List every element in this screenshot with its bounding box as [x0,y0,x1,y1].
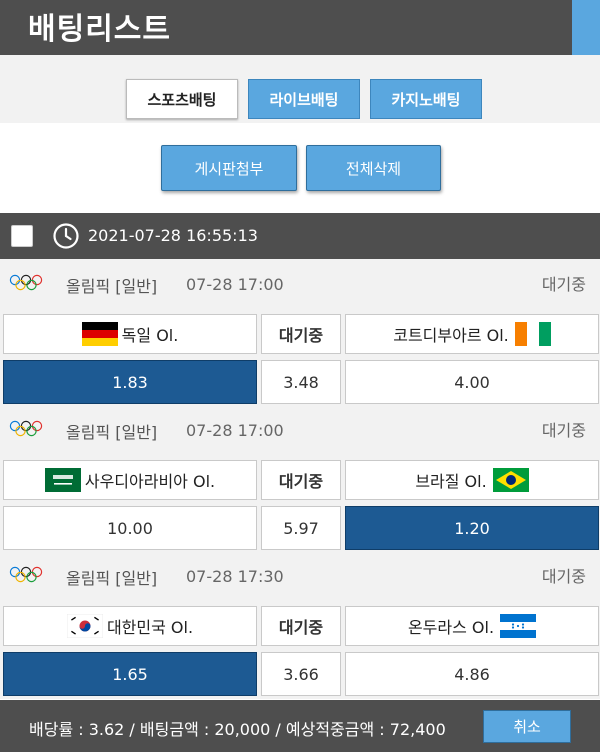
brazil-flag-icon [492,468,529,492]
match-status: 대기중 [541,421,586,440]
bet-summary-footer: 배당률 : 3.62 / 배팅금액 : 20,000 / 예상적중금액 : 72… [0,700,600,752]
draw-odds-button[interactable]: 5.97 [261,506,341,550]
attach-to-board-button[interactable]: 게시판첨부 [161,145,297,191]
bet-type-tabs: 스포츠배팅 라이브배팅 카지노배팅 [0,55,600,123]
south-korea-flag-icon [66,614,103,638]
tab-live-betting[interactable]: 라이브배팅 [248,79,360,119]
match-card: 올림픽 [일반] 07-28 17:00 대기중 사우디아라비아 Ol. 대기중… [0,405,600,553]
match-header: 올림픽 [일반] 07-28 17:00 대기중 [0,259,600,307]
draw-label: 대기중 [261,460,341,500]
bet-date-bar: 2021-07-28 16:55:13 [0,213,600,259]
ivory-coast-flag-icon [514,322,551,346]
header-accent[interactable] [572,0,600,55]
page-title: 배팅리스트 [28,12,171,47]
away-odds-button[interactable]: 1.20 [345,506,599,550]
home-team: 대한민국 Ol. [3,606,257,646]
match-header: 올림픽 [일반] 07-28 17:00 대기중 [0,405,600,453]
match-time: 07-28 17:00 [186,275,284,294]
select-bet-checkbox[interactable] [11,225,33,247]
match-card: 올림픽 [일반] 07-28 17:00 대기중 독일 Ol. 대기중 코트디부… [0,259,600,407]
cancel-button[interactable]: 취소 [483,710,571,743]
home-team: 독일 Ol. [3,314,257,354]
match-status: 대기중 [541,275,586,294]
match-time: 07-28 17:30 [186,567,284,586]
draw-label: 대기중 [261,314,341,354]
olympic-rings-icon [9,274,43,291]
match-card: 올림픽 [일반] 07-28 17:30 대기중 대한민국 Ol. 대기중 온두… [0,551,600,699]
away-team-name: 온두라스 Ol. [407,618,495,637]
home-odds-button[interactable]: 1.65 [3,652,257,696]
olympic-rings-icon [9,420,43,437]
draw-label: 대기중 [261,606,341,646]
bet-datetime: 2021-07-28 16:55:13 [88,226,258,245]
draw-odds-button[interactable]: 3.66 [261,652,341,696]
away-team-name: 브라질 Ol. [415,472,487,491]
league-name: 올림픽 [일반] [66,569,158,588]
away-team: 온두라스 Ol. [345,606,599,646]
page-header: 배팅리스트 [0,0,600,55]
home-odds-button[interactable]: 1.83 [3,360,257,404]
action-bar: 게시판첨부 전체삭제 [0,123,600,213]
away-team-name: 코트디부아르 Ol. [393,326,509,345]
tab-casino-betting[interactable]: 카지노배팅 [370,79,482,119]
bet-summary: 배당률 : 3.62 / 배팅금액 : 20,000 / 예상적중금액 : 72… [29,720,446,739]
tab-sports-betting[interactable]: 스포츠배팅 [126,79,238,119]
away-team: 브라질 Ol. [345,460,599,500]
home-odds-button[interactable]: 10.00 [3,506,257,550]
home-team-name: 대한민국 Ol. [106,618,194,637]
home-team: 사우디아라비아 Ol. [3,460,257,500]
home-team-name: 독일 Ol. [121,326,179,345]
away-odds-button[interactable]: 4.86 [345,652,599,696]
league-name: 올림픽 [일반] [66,423,158,442]
germany-flag-icon [81,322,118,346]
delete-all-button[interactable]: 전체삭제 [306,145,441,191]
saudi-arabia-flag-icon [44,468,81,492]
olympic-rings-icon [9,566,43,583]
match-status: 대기중 [541,567,586,586]
away-odds-button[interactable]: 4.00 [345,360,599,404]
draw-odds-button[interactable]: 3.48 [261,360,341,404]
match-header: 올림픽 [일반] 07-28 17:30 대기중 [0,551,600,599]
home-team-name: 사우디아라비아 Ol. [84,472,216,491]
honduras-flag-icon [500,614,537,638]
clock-icon [53,223,79,249]
match-time: 07-28 17:00 [186,421,284,440]
league-name: 올림픽 [일반] [66,277,158,296]
away-team: 코트디부아르 Ol. [345,314,599,354]
